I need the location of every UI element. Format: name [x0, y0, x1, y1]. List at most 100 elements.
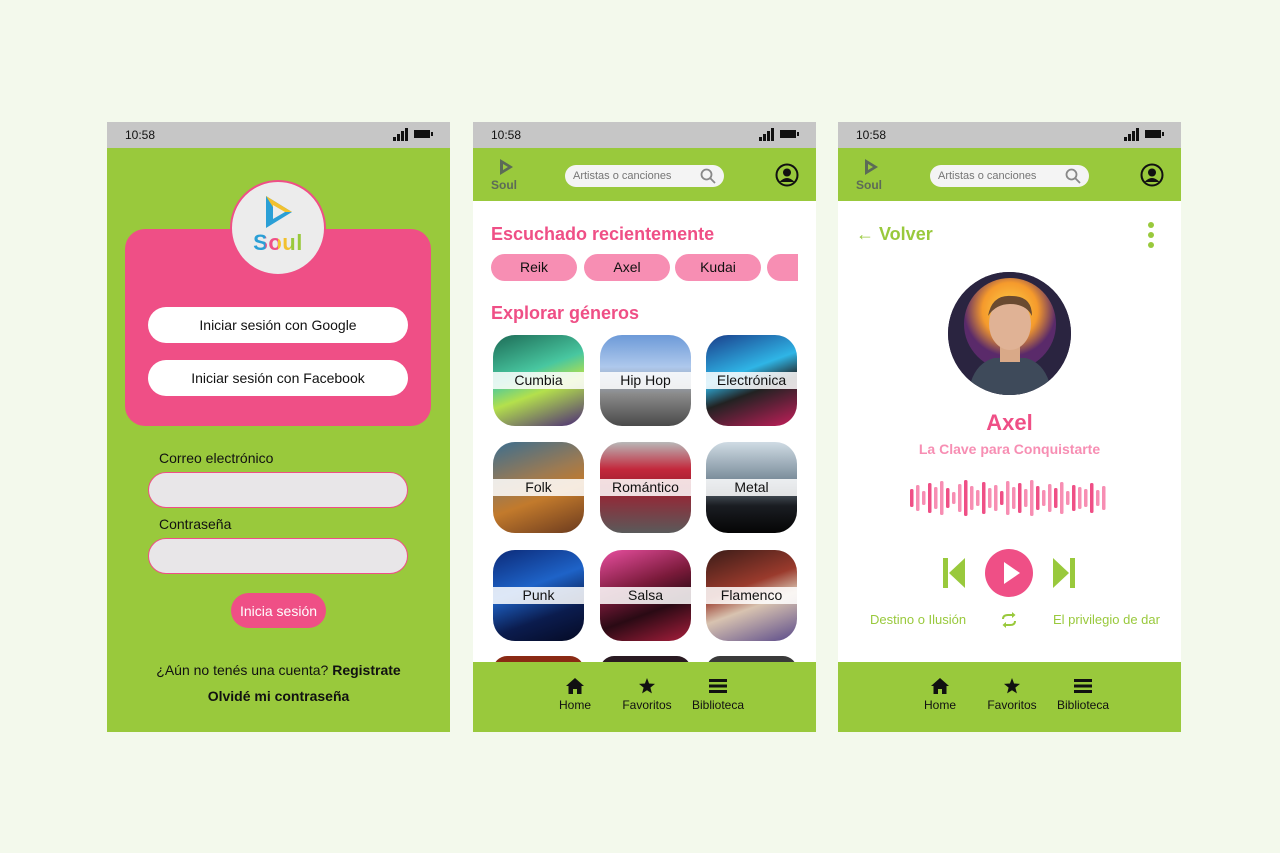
status-bar: 10:58 — [473, 122, 816, 148]
genre-label: Hip Hop — [600, 372, 691, 389]
status-time: 10:58 — [125, 128, 156, 142]
waveform-bar — [940, 481, 944, 515]
waveform-bar — [1060, 482, 1064, 514]
recent-chip[interactable]: Reik — [491, 254, 577, 281]
previous-song-label[interactable]: Destino o Ilusión — [870, 612, 966, 627]
no-account-text: ¿Aún no tenés una cuenta? — [156, 662, 329, 678]
recent-chip[interactable]: Kudai — [675, 254, 761, 281]
header-logo[interactable]: Soul — [854, 158, 890, 192]
waveform-bar — [982, 482, 986, 514]
genres-title: Explorar géneros — [491, 303, 640, 323]
waveform-bar — [1102, 486, 1106, 510]
signal-icon — [759, 128, 775, 141]
google-login-button[interactable]: Iniciar sesión con Google — [148, 307, 408, 343]
artist-name: Axel — [986, 410, 1033, 435]
waveform-bar — [1000, 491, 1004, 505]
waveform-bar — [1090, 483, 1094, 513]
search-input[interactable] — [573, 167, 693, 185]
waveform-bar — [988, 488, 992, 508]
search-input[interactable] — [938, 167, 1058, 185]
header-logo[interactable]: Soul — [489, 158, 525, 192]
star-icon — [639, 678, 655, 694]
back-label: Volver — [879, 224, 933, 244]
play-button[interactable] — [985, 549, 1033, 597]
search-box[interactable] — [565, 165, 724, 187]
browse-screen: 10:58 Soul Escuchado recientemente Reik … — [473, 122, 816, 732]
genre-label: Cumbia — [493, 372, 584, 389]
forgot-password-link[interactable]: Olvidé mi contraseña — [107, 688, 450, 704]
nav-library[interactable]: Biblioteca — [1051, 678, 1115, 712]
waveform-bar — [1048, 484, 1052, 512]
genre-tile-metal[interactable]: Metal — [706, 442, 797, 533]
recent-chip[interactable]: Axel — [584, 254, 670, 281]
star-icon — [1004, 678, 1020, 694]
next-song-label[interactable]: El privilegio de dar — [1053, 612, 1160, 627]
genre-label: Punk — [493, 587, 584, 604]
user-icon[interactable] — [775, 163, 799, 187]
genre-tile-cumbia[interactable]: Cumbia — [493, 335, 584, 426]
waveform-bar — [922, 491, 926, 505]
next-track-icon[interactable] — [1053, 558, 1075, 588]
genre-label: Electrónica — [706, 372, 797, 389]
battery-icon — [414, 130, 433, 138]
genre-tile-flamenco[interactable]: Flamenco — [706, 550, 797, 641]
artist-portrait — [948, 272, 1071, 395]
back-button[interactable]: ← Volver — [856, 224, 933, 245]
search-icon[interactable] — [700, 168, 716, 184]
register-prompt: ¿Aún no tenés una cuenta? Registrate — [107, 662, 450, 678]
waveform-bar — [946, 488, 950, 508]
waveform-bar — [1018, 483, 1022, 513]
nav-favorites[interactable]: Favoritos — [615, 678, 679, 712]
repeat-icon[interactable] — [1000, 611, 1018, 629]
genre-tile-hip-hop[interactable]: Hip Hop — [600, 335, 691, 426]
genre-tile-salsa[interactable]: Salsa — [600, 550, 691, 641]
signal-icon — [1124, 128, 1140, 141]
nav-home[interactable]: Home — [908, 678, 972, 712]
facebook-login-button[interactable]: Iniciar sesión con Facebook — [148, 360, 408, 396]
logo-text: Soul — [856, 178, 882, 192]
waveform-icon[interactable] — [910, 480, 1108, 516]
bottom-nav: Home Favoritos Biblioteca — [838, 662, 1181, 732]
user-icon[interactable] — [1140, 163, 1164, 187]
login-screen: 10:58 Soul Iniciar sesión con Google Ini… — [107, 122, 450, 732]
play-logo-icon — [266, 196, 292, 228]
email-label: Correo electrónico — [159, 450, 274, 466]
genre-label: Romántico — [600, 479, 691, 496]
nav-favorites[interactable]: Favoritos — [980, 678, 1044, 712]
genre-label: Salsa — [600, 587, 691, 604]
recent-chip[interactable]: M — [767, 254, 798, 281]
waveform-bar — [952, 492, 956, 504]
password-field[interactable] — [148, 538, 408, 574]
genre-tile-folk[interactable]: Folk — [493, 442, 584, 533]
back-arrow-icon: ← — [856, 224, 874, 244]
email-field[interactable] — [148, 472, 408, 508]
genre-tile-electronica[interactable]: Electrónica — [706, 335, 797, 426]
logo-text: Soul — [232, 230, 324, 256]
nav-home-label: Home — [923, 698, 956, 712]
more-options-icon[interactable] — [1147, 222, 1155, 248]
signal-icon — [393, 128, 409, 141]
waveform-bar — [1030, 480, 1034, 516]
search-icon[interactable] — [1065, 168, 1081, 184]
library-icon — [709, 679, 727, 693]
register-link[interactable]: Registrate — [332, 662, 400, 678]
genre-tile-romantico[interactable]: Romántico — [600, 442, 691, 533]
nav-library[interactable]: Biblioteca — [686, 678, 750, 712]
library-icon — [1074, 679, 1092, 693]
waveform-bar — [1072, 485, 1076, 511]
waveform-bar — [1078, 487, 1082, 509]
nav-library-label: Biblioteca — [691, 698, 745, 712]
genre-tile-punk[interactable]: Punk — [493, 550, 584, 641]
genre-label: Flamenco — [706, 587, 797, 604]
login-submit-button[interactable]: Inicia sesión — [231, 593, 326, 628]
battery-icon — [1145, 130, 1164, 138]
nav-home-label: Home — [558, 698, 591, 712]
waveform-bar — [1036, 486, 1040, 510]
nav-favorites-label: Favoritos — [987, 698, 1037, 712]
nav-library-label: Biblioteca — [1056, 698, 1110, 712]
nav-home[interactable]: Home — [543, 678, 607, 712]
waveform-bar — [1042, 490, 1046, 506]
player-screen: 10:58 Soul ← Volver — [838, 122, 1181, 732]
search-box[interactable] — [930, 165, 1089, 187]
previous-track-icon[interactable] — [943, 558, 965, 588]
